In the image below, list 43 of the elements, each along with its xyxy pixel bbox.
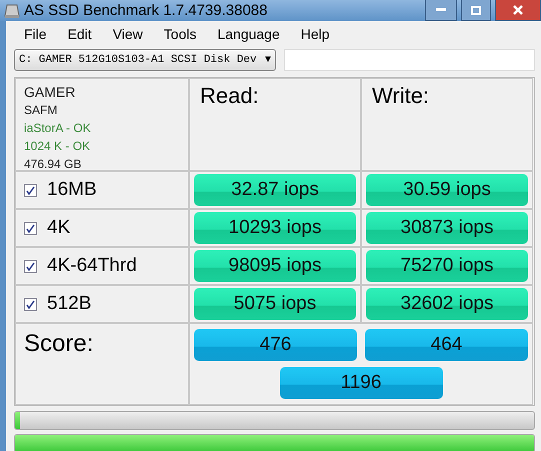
read-result: 5075 iops bbox=[194, 288, 356, 320]
menu-item[interactable]: Tools bbox=[154, 26, 208, 42]
close-icon bbox=[513, 5, 523, 15]
text-field[interactable] bbox=[284, 49, 535, 71]
read-result: 98095 iops bbox=[194, 250, 356, 282]
drive-info-text: 476.94 GB bbox=[24, 157, 82, 171]
write-score: 464 bbox=[365, 329, 528, 361]
menu-item[interactable]: Edit bbox=[58, 26, 103, 42]
write-result: 32602 iops bbox=[366, 288, 528, 320]
test-label: 4K-64Thrd bbox=[47, 255, 137, 277]
maximize-icon bbox=[471, 6, 481, 14]
drive-icon bbox=[4, 2, 20, 18]
minimize-button[interactable] bbox=[425, 0, 457, 21]
checkbox[interactable] bbox=[24, 222, 37, 234]
checkbox[interactable] bbox=[24, 184, 37, 196]
drive-info-text: 1024 K - OK bbox=[24, 139, 90, 153]
drive-info-text: iaStorA - OK bbox=[24, 121, 91, 135]
test-label: 4K bbox=[47, 217, 70, 239]
menu-item[interactable]: File bbox=[14, 26, 58, 42]
total-score: 1196 bbox=[280, 367, 442, 399]
drive-dropdown[interactable]: C: GAMER 512G10S103-A1 SCSI Disk Dev ▼ bbox=[14, 49, 276, 71]
window-title: AS SSD Benchmark 1.7.4739.38088 bbox=[24, 2, 268, 19]
write-result: 75270 iops bbox=[366, 250, 528, 282]
read-result: 10293 iops bbox=[194, 212, 356, 244]
score-label: Score: bbox=[24, 330, 94, 358]
drive-info-text: SAFM bbox=[24, 103, 58, 117]
test-label: 16MB bbox=[47, 179, 97, 201]
test-label: 512B bbox=[47, 293, 92, 315]
minimize-icon bbox=[436, 8, 446, 12]
menu-item[interactable]: Help bbox=[290, 26, 341, 42]
write-result: 30.59 iops bbox=[366, 174, 528, 206]
checkbox[interactable] bbox=[24, 260, 37, 272]
column-header: Write: bbox=[361, 78, 533, 171]
close-button[interactable] bbox=[495, 0, 541, 21]
drive-info-text: GAMER bbox=[24, 85, 76, 99]
menu-item[interactable]: View bbox=[102, 26, 154, 42]
write-result: 30873 iops bbox=[366, 212, 528, 244]
menu-item[interactable]: Language bbox=[207, 26, 291, 42]
maximize-button[interactable] bbox=[461, 0, 491, 21]
checkbox[interactable] bbox=[24, 298, 37, 310]
read-result: 32.87 iops bbox=[194, 174, 356, 206]
read-score: 476 bbox=[194, 329, 357, 361]
column-header: Read: bbox=[189, 78, 361, 171]
